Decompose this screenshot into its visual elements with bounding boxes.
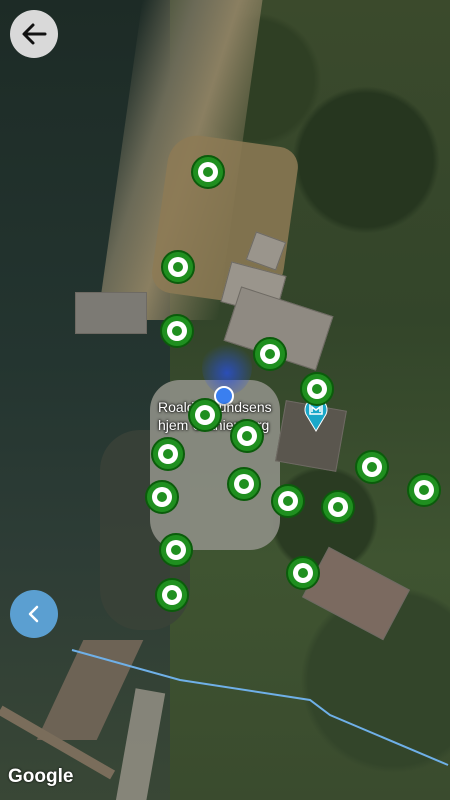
- map-marker[interactable]: [286, 556, 320, 590]
- back-button[interactable]: [10, 10, 58, 58]
- chevron-left-icon: [28, 605, 39, 623]
- map-marker[interactable]: [159, 533, 193, 567]
- side-panel-toggle-button[interactable]: [10, 590, 58, 638]
- map-marker[interactable]: [155, 578, 189, 612]
- poi-label-line1: Roald Amundsens: [158, 399, 272, 415]
- map-marker[interactable]: [355, 450, 389, 484]
- map-marker[interactable]: [321, 490, 355, 524]
- map-marker[interactable]: [227, 467, 261, 501]
- map-marker[interactable]: [253, 337, 287, 371]
- map-marker[interactable]: [300, 372, 334, 406]
- arrow-left-icon: [22, 23, 47, 45]
- map-marker[interactable]: [271, 484, 305, 518]
- map-marker[interactable]: [230, 419, 264, 453]
- map-marker[interactable]: [151, 437, 185, 471]
- map-marker[interactable]: [407, 473, 441, 507]
- map-marker[interactable]: [191, 155, 225, 189]
- map-marker[interactable]: [188, 398, 222, 432]
- satellite-map[interactable]: Roald Amundsens hjem Uranienborg Google: [0, 0, 450, 800]
- map-marker[interactable]: [161, 250, 195, 284]
- map-marker[interactable]: [160, 314, 194, 348]
- google-attribution: Google: [8, 766, 74, 787]
- map-marker[interactable]: [145, 480, 179, 514]
